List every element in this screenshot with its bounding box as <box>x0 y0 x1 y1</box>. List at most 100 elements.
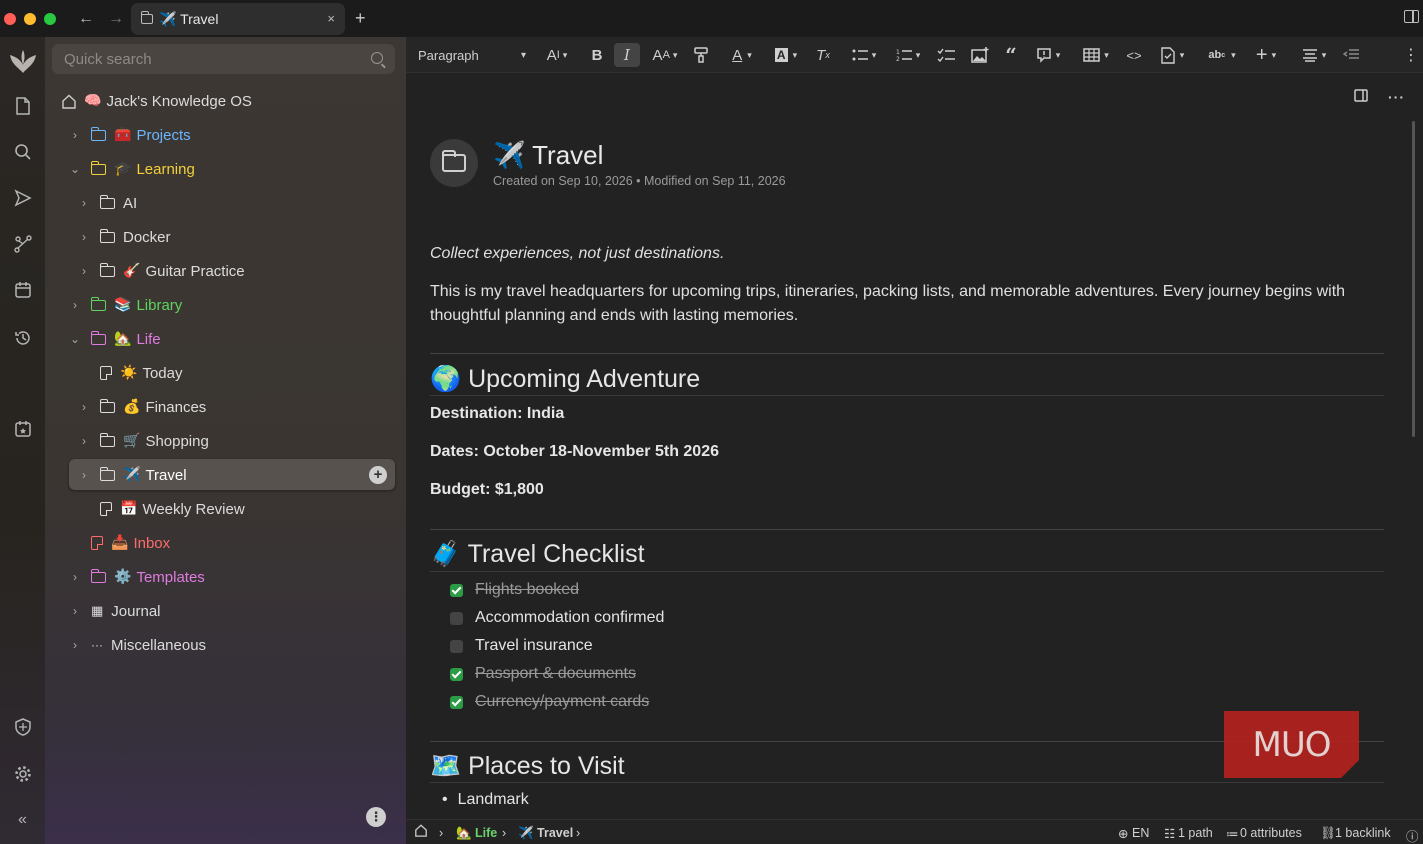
tree-root[interactable]: 🧠 Jack's Knowledge OS <box>61 85 252 117</box>
checkbox[interactable] <box>450 583 463 597</box>
language-indicator[interactable]: EN <box>1132 826 1149 840</box>
italic-button[interactable]: I <box>614 43 640 67</box>
checklist-item[interactable]: Currency/payment cards <box>450 691 649 713</box>
breadcrumb-life[interactable]: 🏡 Life <box>456 826 497 841</box>
note-icon[interactable] <box>0 91 45 121</box>
tree-item-templates[interactable]: › ⚙️ Templates <box>69 561 205 593</box>
note-title[interactable]: ✈️ Travel <box>493 140 603 171</box>
chevron-right-icon[interactable]: › <box>78 264 90 278</box>
minimize-window-button[interactable] <box>24 12 36 25</box>
chevron-right-icon[interactable]: › <box>69 638 81 652</box>
chevron-right-icon[interactable]: › <box>78 196 90 210</box>
destination-text[interactable]: Destination: India <box>430 405 564 423</box>
toolbar-overflow-icon[interactable]: ⋮ <box>1403 43 1419 67</box>
bullet-list-button[interactable]: ▾ <box>846 43 882 67</box>
chevron-down-icon[interactable]: ⌄ <box>69 332 81 346</box>
highlight-color-button[interactable]: A ▾ <box>768 43 804 67</box>
tree-item-ai[interactable]: › AI <box>78 187 137 219</box>
search-icon[interactable] <box>0 137 45 167</box>
close-tab-button[interactable]: × <box>327 11 335 26</box>
note-quote[interactable]: Collect experiences, not just destinatio… <box>430 245 724 263</box>
tree-item-miscellaneous[interactable]: › ··· Miscellaneous <box>69 629 206 661</box>
checklist-item[interactable]: Passport & documents <box>450 663 636 685</box>
chevron-right-icon[interactable]: › <box>69 128 81 142</box>
spellcheck-button[interactable]: ab c ▾ <box>1204 43 1240 67</box>
clear-format-icon[interactable]: Tx <box>812 43 834 67</box>
calendar-star-icon[interactable] <box>0 414 45 444</box>
insert-note-button[interactable]: ▾ <box>1154 43 1190 67</box>
chevron-right-icon[interactable]: › <box>69 604 81 618</box>
history-icon[interactable] <box>0 323 45 353</box>
tree-item-finances[interactable]: › 💰 Finances <box>78 391 206 423</box>
checkbox[interactable] <box>450 695 463 709</box>
calendar-icon[interactable] <box>0 275 45 305</box>
tree-item-projects[interactable]: › 🧰 Projects <box>69 119 191 151</box>
outdent-icon[interactable] <box>1340 43 1362 67</box>
tree-item-inbox[interactable]: 📥 Inbox <box>69 527 170 559</box>
tree-item-shopping[interactable]: › 🛒 Shopping <box>78 425 209 457</box>
shield-icon[interactable] <box>0 712 45 742</box>
heading-upcoming-adventure[interactable]: 🌍 Upcoming Adventure <box>430 365 700 394</box>
format-painter-icon[interactable] <box>690 43 712 67</box>
tree-item-library[interactable]: › 📚 Library <box>69 289 182 321</box>
budget-text[interactable]: Budget: $1,800 <box>430 481 544 499</box>
path-count[interactable]: 1 path <box>1178 826 1213 840</box>
info-icon[interactable]: ⓘ <box>1406 826 1419 844</box>
back-button[interactable]: ← <box>78 10 94 28</box>
insert-more-button[interactable]: + ▾ <box>1248 43 1284 67</box>
chevron-right-icon[interactable]: › <box>78 400 90 414</box>
code-icon[interactable]: <> <box>1122 43 1146 67</box>
heading-travel-checklist[interactable]: 🧳 Travel Checklist <box>430 540 645 569</box>
send-icon[interactable] <box>0 183 45 213</box>
tree-item-today[interactable]: ☀️ Today <box>78 357 182 389</box>
insert-table-button[interactable]: ▾ <box>1078 43 1114 67</box>
backlink-count[interactable]: 1 backlink <box>1335 826 1391 840</box>
todo-list-icon[interactable] <box>934 43 958 67</box>
graph-icon[interactable] <box>0 229 45 259</box>
gear-icon[interactable] <box>0 759 45 789</box>
checklist-item[interactable]: Flights booked <box>450 579 579 601</box>
zoom-window-button[interactable] <box>44 12 56 25</box>
chevron-right-icon[interactable]: › <box>78 434 90 448</box>
checklist-item[interactable]: Accommodation confirmed <box>450 607 664 629</box>
tree-item-life[interactable]: ⌄ 🏡 Life <box>69 323 161 355</box>
more-options-icon[interactable]: ··· <box>1388 89 1405 105</box>
checklist-item[interactable]: Travel insurance <box>450 635 593 657</box>
collapse-icon[interactable]: « <box>0 805 45 835</box>
tab-travel[interactable]: ✈️ Travel × <box>131 3 345 35</box>
paragraph-style-select[interactable]: Paragraph ▾ <box>418 43 526 67</box>
dates-text[interactable]: Dates: October 18-November 5th 2026 <box>430 443 719 461</box>
tree-item-weekly-review[interactable]: 📅 Weekly Review <box>78 493 245 525</box>
list-item[interactable]: • Landmark <box>442 791 529 809</box>
chevron-down-icon[interactable]: ⌄ <box>69 162 81 176</box>
breadcrumb-travel[interactable]: ✈️ Travel <box>518 826 573 841</box>
chevron-right-icon[interactable]: › <box>78 230 90 244</box>
checkbox[interactable] <box>450 639 463 653</box>
checkbox[interactable] <box>450 667 463 681</box>
attributes-count[interactable]: 0 attributes <box>1240 826 1302 840</box>
font-size-button[interactable]: A I ▾ <box>540 43 574 67</box>
tree-item-journal[interactable]: › ▦ Journal <box>69 595 161 627</box>
home-breadcrumb-icon[interactable] <box>414 824 428 840</box>
add-child-note-button[interactable]: + <box>369 466 387 484</box>
text-case-button[interactable]: A A ▾ <box>648 43 682 67</box>
note-intro[interactable]: This is my travel headquarters for upcom… <box>430 280 1384 328</box>
insert-image-icon[interactable] <box>968 43 992 67</box>
numbered-list-button[interactable]: 1 2 ▾ <box>890 43 926 67</box>
layout-toggle-icon[interactable] <box>1404 10 1419 23</box>
tree-item-learning[interactable]: ⌄ 🎓 Learning <box>69 153 195 185</box>
toggle-right-pane-icon[interactable] <box>1354 89 1368 105</box>
text-color-button[interactable]: A ▾ <box>724 43 760 67</box>
checkbox[interactable] <box>450 611 463 625</box>
sidebar-menu-button[interactable]: ⋮ <box>366 807 386 827</box>
admonition-button[interactable]: ▾ <box>1030 43 1066 67</box>
quick-search-input[interactable]: Quick search <box>52 44 395 74</box>
note-icon-button[interactable] <box>430 139 478 187</box>
tree-item-travel[interactable]: › ✈️ Travel <box>78 459 187 491</box>
close-window-button[interactable] <box>4 12 16 25</box>
forward-button[interactable]: → <box>108 10 124 28</box>
chevron-right-icon[interactable]: › <box>69 298 81 312</box>
logo-icon[interactable] <box>0 47 45 77</box>
chevron-right-icon[interactable]: › <box>69 570 81 584</box>
tree-item-guitar-practice[interactable]: › 🎸 Guitar Practice <box>78 255 245 287</box>
